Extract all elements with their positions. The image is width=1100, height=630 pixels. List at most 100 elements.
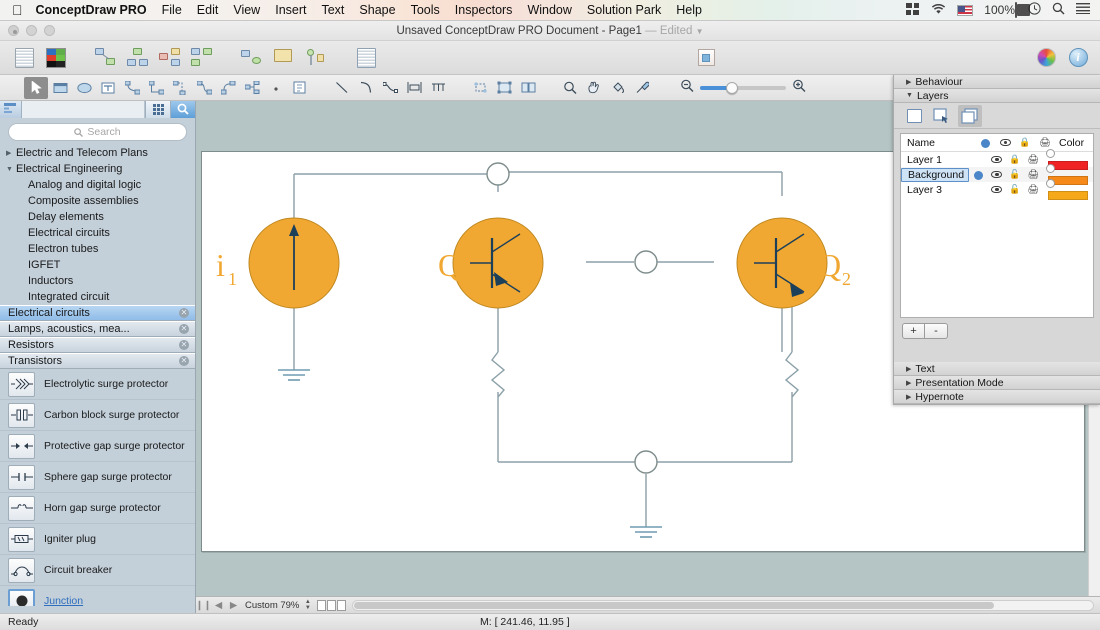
tree-item-inductors[interactable]: Inductors [0,273,195,289]
layer-print-toggle[interactable]: 🖨 [1024,184,1042,195]
new-layer-icon[interactable] [902,105,926,127]
fill-tool[interactable] [606,77,630,99]
grid-icon[interactable] [906,3,920,18]
zoom-stepper[interactable]: ▲▼ [303,599,312,612]
line-tool[interactable] [330,77,354,99]
zoom-tool[interactable] [558,77,582,99]
library-section-transistors[interactable]: Transistors ✕ [0,353,195,369]
grid-view-icon[interactable] [145,101,170,118]
list-item[interactable]: Carbon block surge protector [0,400,195,431]
next-page-icon[interactable]: ▶ [226,598,241,613]
layer-visible-toggle[interactable] [988,170,1006,180]
horizontal-scrollbar[interactable] [352,600,1094,611]
battery-indicator[interactable]: 100% [984,3,1017,17]
list-item[interactable]: Electrolytic surge protector [0,369,195,400]
layers-table[interactable]: Name 🔒 🖨 Color Layer 1 🔒 🖨 Background 🔓 [900,133,1094,318]
ellipse-tool[interactable] [72,77,96,99]
menu-item-window[interactable]: Window [527,3,571,17]
close-button[interactable] [8,25,19,36]
org-chart-icon[interactable] [123,45,153,71]
text-tool[interactable] [96,77,120,99]
tree-item-electron-tubes[interactable]: Electron tubes [0,241,195,257]
inspector-section-behaviour[interactable]: ▶ Behaviour [894,75,1100,89]
tree-item-delay-elements[interactable]: Delay elements [0,209,195,225]
menu-item-file[interactable]: File [162,3,182,17]
folder-export-icon[interactable] [269,45,299,71]
tree-item-electrical-engineering[interactable]: ▼ Electrical Engineering [0,161,195,177]
minimize-button[interactable] [26,25,37,36]
chevron-down-icon[interactable]: ▼ [696,27,704,36]
menu-item-solution-park[interactable]: Solution Park [587,3,661,17]
page-setup-icon[interactable] [9,45,39,71]
network-icon[interactable] [237,45,267,71]
zoom-in-icon[interactable] [792,79,806,97]
hand-tool[interactable] [582,77,606,99]
search-icon[interactable] [1052,2,1065,18]
maximize-button[interactable] [44,25,55,36]
layer-unlock-toggle[interactable]: 🔓 [1006,169,1024,180]
library-section-resistors[interactable]: Resistors ✕ [0,337,195,353]
library-section-electrical-circuits[interactable]: Electrical circuits ✕ [0,305,195,321]
close-icon[interactable]: ✕ [179,308,189,318]
chevron-right-icon[interactable]: ▶ [906,393,911,401]
list-item[interactable]: Sphere gap surge protector [0,462,195,493]
basic-diagram-icon[interactable] [91,45,121,71]
curve-connector-tool[interactable] [192,77,216,99]
zoom-level-label[interactable]: Custom 79% [245,600,299,611]
bezier-tool[interactable] [378,77,402,99]
wifi-icon[interactable] [931,3,946,18]
zoom-slider-group[interactable] [680,79,806,97]
flag-icon[interactable] [957,5,973,16]
inspector-section-text[interactable]: ▶ Text [894,362,1100,376]
layer-name[interactable]: Layer 3 [901,184,969,196]
chevron-right-icon[interactable]: ▶ [906,379,911,387]
tree-item-composite-assemblies[interactable]: Composite assemblies [0,193,195,209]
chevron-right-icon[interactable]: ▶ [6,149,16,157]
arc-tool[interactable] [354,77,378,99]
layer-name[interactable]: Layer 1 [901,154,969,166]
search-icon[interactable] [170,101,195,118]
presentation-icon[interactable] [301,45,331,71]
menu-item-view[interactable]: View [233,3,260,17]
rounded-connector-tool[interactable] [168,77,192,99]
export-image-icon[interactable] [691,45,721,71]
menu-item-tools[interactable]: Tools [411,3,440,17]
apple-icon[interactable]:  [12,3,23,17]
eyedropper-tool[interactable] [630,77,654,99]
chain-tool[interactable] [288,77,312,99]
ungroup-tool[interactable] [516,77,540,99]
library-path-field[interactable] [22,101,145,118]
menu-item-edit[interactable]: Edit [197,3,219,17]
inspector-section-layers[interactable]: ▼ Layers [894,89,1100,103]
align-tool[interactable] [402,77,426,99]
inspector-section-presentation-mode[interactable]: ▶ Presentation Mode [894,376,1100,390]
layer-unlock-toggle[interactable]: 🔓 [1006,184,1024,195]
menu-item-insert[interactable]: Insert [275,3,306,17]
color-palette-icon[interactable] [41,45,71,71]
pointer-tool[interactable] [24,77,48,99]
zoom-slider[interactable] [700,86,786,90]
distribute-tool[interactable] [426,77,450,99]
page-tab-handle[interactable]: ❙❙ [196,598,211,613]
list-item[interactable]: Horn gap surge protector [0,493,195,524]
chevron-down-icon[interactable]: ▼ [6,166,16,173]
library-view-icon[interactable] [0,101,22,118]
layer-color[interactable] [1042,178,1093,202]
tree-item-igfet[interactable]: IGFET [0,257,195,273]
menu-app-name[interactable]: ConceptDraw PRO [36,3,147,17]
close-icon[interactable]: ✕ [179,340,189,350]
menu-item-shape[interactable]: Shape [359,3,395,17]
inspector-section-hypernote[interactable]: ▶ Hypernote [894,390,1100,404]
connector-options-tool[interactable] [264,77,288,99]
arc-connector-tool[interactable] [216,77,240,99]
layer-options-icon[interactable] [958,105,982,127]
mind-map-icon[interactable] [155,45,185,71]
tree-connector-tool[interactable] [240,77,264,99]
menu-item-inspectors[interactable]: Inspectors [455,3,513,17]
page-indicator[interactable] [317,600,346,611]
info-icon[interactable]: i [1063,45,1093,71]
layer-print-toggle[interactable]: 🖨 [1024,169,1042,180]
list-icon[interactable] [1076,3,1090,17]
layer-active-toggle[interactable] [969,169,987,179]
remove-layer-button[interactable]: - [925,323,948,339]
